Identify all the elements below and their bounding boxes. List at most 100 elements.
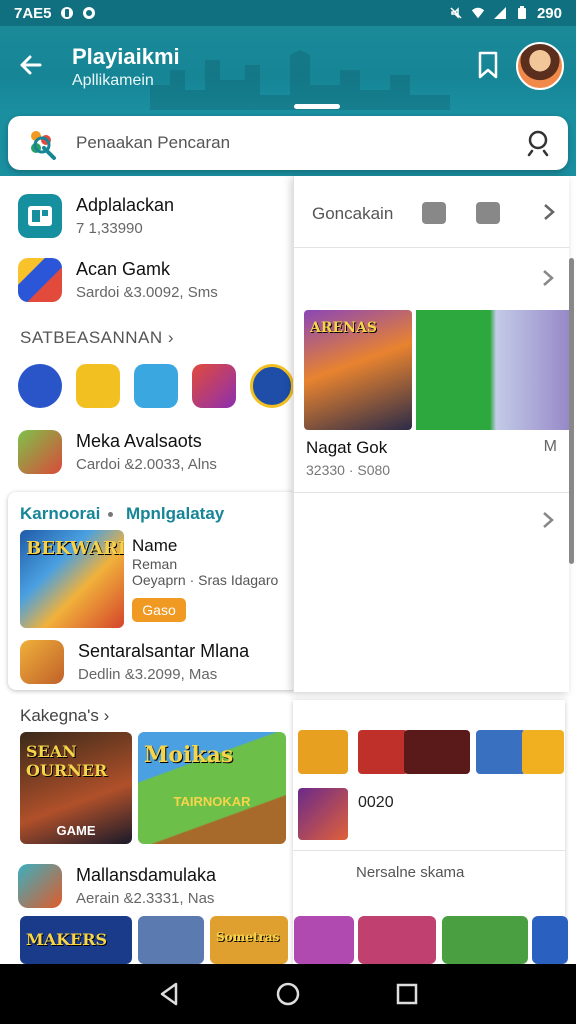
- chevron-right-icon[interactable]: [541, 510, 555, 530]
- game-thumbnail[interactable]: [522, 730, 564, 774]
- list-item[interactable]: Acan Gamk Sardoi &3.0092, Sms: [18, 258, 218, 302]
- list-item[interactable]: Mallansdamulaka Aerain &2.3331, Nas: [18, 864, 216, 908]
- search-logo-icon: [31, 131, 56, 160]
- list-item[interactable]: Adplalackan 7 1,33990: [18, 194, 174, 238]
- nav-back-icon[interactable]: [156, 981, 182, 1007]
- chevron-right-icon[interactable]: [542, 202, 556, 222]
- panel-header-row[interactable]: Goncakain: [294, 176, 570, 248]
- game-preview-image[interactable]: [416, 310, 570, 430]
- list-item[interactable]: Meka Avalsaots Cardoi &2.0033, Alns: [18, 430, 217, 474]
- tab-popular[interactable]: Mpnlgalatay: [126, 504, 224, 524]
- battery-icon: [517, 6, 526, 19]
- list-item[interactable]: Sentaralsantar Mlana Dedlin &3.2099, Mas: [20, 640, 249, 684]
- search-bar[interactable]: Penaakan Pencaran: [8, 116, 568, 170]
- page-subtitle: Apllikamein: [72, 72, 154, 89]
- recommend-icon-row: [18, 364, 294, 408]
- featured-game-logo-text: BEKWARI: [26, 538, 124, 559]
- panel-action-icon[interactable]: [476, 202, 500, 224]
- scrollbar[interactable]: [569, 258, 574, 564]
- game-tile[interactable]: Moikas TAIRNOKAR: [138, 732, 286, 844]
- user-avatar[interactable]: [516, 42, 564, 90]
- tab-separator: [108, 512, 113, 517]
- mute-icon: [450, 7, 462, 19]
- game-thumbnail[interactable]: [404, 730, 470, 774]
- app-header: Playiaikmi Apllikamein: [0, 26, 576, 110]
- search-icon[interactable]: [524, 129, 552, 157]
- app-name: Sentaralsantar Mlana: [78, 641, 250, 661]
- panel-action-icon[interactable]: [422, 202, 446, 224]
- app-meta: Dedlin &3.2099, Mas: [78, 666, 218, 683]
- game-name: Nagat Gok: [306, 438, 388, 457]
- game-tile[interactable]: [358, 916, 436, 964]
- app-name: Meka Avalsaots: [76, 431, 202, 451]
- back-arrow-icon[interactable]: [14, 48, 48, 82]
- app-meta: Aerain &2.3331, Nas: [76, 890, 215, 907]
- app-icon[interactable]: [134, 364, 178, 408]
- search-input[interactable]: Penaakan Pencaran: [76, 133, 524, 153]
- featured-game-image[interactable]: BEKWARI: [20, 530, 124, 628]
- app-icon[interactable]: [250, 364, 294, 408]
- game-thumbnail[interactable]: [476, 730, 526, 774]
- section-header[interactable]: SATBEASANNAN ›: [20, 328, 174, 348]
- game-cover-image[interactable]: ARENAS: [304, 310, 412, 430]
- game-thumbnail[interactable]: [298, 730, 348, 774]
- game-tile-logo-text: Moikas: [144, 742, 234, 768]
- game-tile[interactable]: Sometras: [210, 916, 288, 964]
- app-notification-icon: [82, 7, 95, 19]
- app-icon: [18, 194, 62, 238]
- app-icon: [18, 430, 62, 474]
- signal-icon: [493, 7, 506, 19]
- status-time: 7AE5: [14, 4, 52, 22]
- app-meta: Sardoi &3.0092, Sms: [76, 284, 218, 301]
- app-icon: [20, 640, 64, 684]
- drag-handle[interactable]: [294, 104, 340, 109]
- featured-detail: Oeyaprn · Sras Idagaro: [132, 572, 279, 588]
- app-name: Acan Gamk: [76, 259, 171, 279]
- app-icon[interactable]: [192, 364, 236, 408]
- game-tile[interactable]: SEAN OURNER GAME: [20, 732, 132, 844]
- city-skyline-decoration: [150, 50, 450, 110]
- app-meta: 7 1,33990: [76, 220, 143, 237]
- game-cover-logo-text: ARENAS: [310, 320, 377, 336]
- wifi-icon: [471, 7, 485, 19]
- app-icon: [18, 258, 62, 302]
- system-nav-bar: [0, 964, 576, 1024]
- game-tile[interactable]: [294, 916, 354, 964]
- game-tile[interactable]: [532, 916, 568, 964]
- section-header[interactable]: Kakegna's ›: [20, 706, 109, 726]
- app-glyph-icon: [28, 206, 52, 226]
- game-meta: 32330 · S080: [306, 462, 391, 478]
- app-icon[interactable]: [76, 364, 120, 408]
- nav-home-icon[interactable]: [275, 981, 301, 1007]
- game-tile-logo-text: Sometras: [216, 930, 280, 944]
- game-thumbnail[interactable]: [298, 788, 348, 840]
- game-tile-subtitle: TAIRNOKAR: [173, 794, 251, 809]
- game-tile-logo-text: SEAN OURNER: [26, 742, 108, 780]
- game-tile-logo-text: MAKERS: [26, 930, 108, 949]
- game-tile[interactable]: [442, 916, 528, 964]
- page-title: Playiaikmi: [72, 44, 180, 69]
- game-tile[interactable]: MAKERS: [20, 916, 132, 964]
- featured-card[interactable]: Karnoorai Mpnlgalatay BEKWARI Name Reman…: [8, 492, 298, 690]
- battery-level: 290: [536, 4, 562, 22]
- card-caption: Nersalne skama: [356, 864, 465, 881]
- tab-category[interactable]: Karnoorai: [20, 504, 100, 524]
- app-meta: Cardoi &2.0033, Alns: [76, 456, 217, 473]
- app-name: Mallansdamulaka: [76, 865, 217, 885]
- notification-icon: [60, 7, 73, 19]
- bookmark-icon[interactable]: [474, 50, 502, 80]
- game-thumbnail[interactable]: [358, 730, 408, 774]
- status-bar: 7AE5 290: [0, 0, 576, 26]
- chevron-right-icon[interactable]: [541, 268, 555, 288]
- nav-recents-icon[interactable]: [394, 981, 420, 1007]
- app-icon: [18, 864, 62, 908]
- featured-action-button[interactable]: Gaso: [132, 598, 186, 622]
- game-tile[interactable]: [138, 916, 204, 964]
- panel-divider: [294, 492, 570, 493]
- featured-name: Name: [132, 536, 178, 555]
- featured-subtitle: Reman: [132, 556, 178, 572]
- app-icon[interactable]: [18, 364, 62, 408]
- game-tile-caption: GAME: [56, 823, 96, 838]
- game-value: 0020: [358, 794, 394, 811]
- side-panel: Goncakain ARENAS Nagat Gok 32330 · S080 …: [293, 176, 570, 692]
